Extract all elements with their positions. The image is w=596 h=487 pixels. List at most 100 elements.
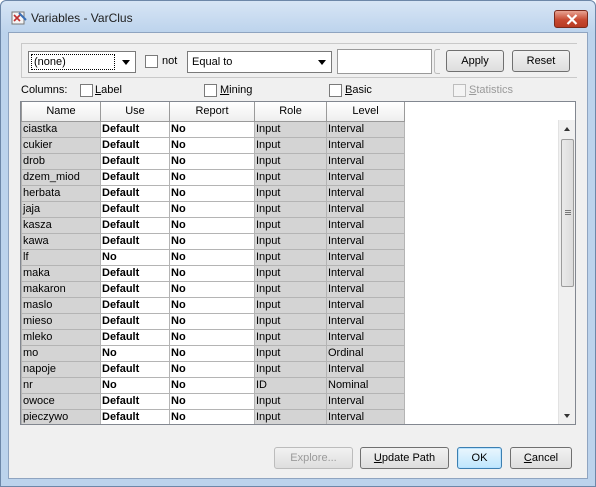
table-row[interactable]: lf No No Input Interval: [21, 248, 405, 266]
cell-level: Interval: [326, 216, 405, 234]
cell-use[interactable]: Default: [100, 408, 170, 424]
cell-report[interactable]: No: [169, 328, 255, 346]
mining-checkbox[interactable]: [204, 84, 217, 97]
cell-role: Input: [254, 312, 327, 330]
cell-report[interactable]: No: [169, 408, 255, 424]
variables-grid: Name Use Report Role Level ciastka Defaul…: [21, 102, 405, 424]
cell-role: Input: [254, 184, 327, 202]
cell-name: maka: [21, 264, 101, 282]
cell-report[interactable]: No: [169, 264, 255, 282]
scroll-up-icon[interactable]: [564, 127, 570, 131]
cell-report[interactable]: No: [169, 120, 255, 138]
cell-role: Input: [254, 392, 327, 410]
cell-use[interactable]: Default: [100, 360, 170, 378]
column-header-level[interactable]: Level: [326, 102, 405, 122]
not-checkbox[interactable]: [145, 55, 158, 68]
table-row[interactable]: jaja Default No Input Interval: [21, 200, 405, 218]
cell-use[interactable]: Default: [100, 120, 170, 138]
label-checkbox[interactable]: [80, 84, 93, 97]
cell-use[interactable]: Default: [100, 152, 170, 170]
cell-role: Input: [254, 152, 327, 170]
cell-use[interactable]: Default: [100, 168, 170, 186]
cell-report[interactable]: No: [169, 216, 255, 234]
cell-use[interactable]: Default: [100, 296, 170, 314]
filter-field-select[interactable]: (none): [28, 51, 136, 73]
close-button[interactable]: [554, 10, 588, 28]
cell-report[interactable]: No: [169, 376, 255, 394]
filter-operator-select[interactable]: Equal to: [187, 51, 332, 73]
cell-use[interactable]: Default: [100, 312, 170, 330]
cell-role: Input: [254, 216, 327, 234]
table-row[interactable]: cukier Default No Input Interval: [21, 136, 405, 154]
cell-use[interactable]: No: [100, 248, 170, 266]
cell-report[interactable]: No: [169, 344, 255, 362]
table-row[interactable]: mieso Default No Input Interval: [21, 312, 405, 330]
table-row[interactable]: maslo Default No Input Interval: [21, 296, 405, 314]
cell-report[interactable]: No: [169, 392, 255, 410]
table-row[interactable]: maka Default No Input Interval: [21, 264, 405, 282]
table-row[interactable]: drob Default No Input Interval: [21, 152, 405, 170]
cell-report[interactable]: No: [169, 168, 255, 186]
table-row[interactable]: kasza Default No Input Interval: [21, 216, 405, 234]
variables-table: Name Use Report Role Level ciastka Defaul…: [20, 101, 576, 425]
column-header-name[interactable]: Name: [21, 102, 101, 122]
cell-use[interactable]: No: [100, 376, 170, 394]
cell-name: jaja: [21, 200, 101, 218]
cell-report[interactable]: No: [169, 360, 255, 378]
table-row[interactable]: dzem_miod Default No Input Interval: [21, 168, 405, 186]
cell-use[interactable]: Default: [100, 216, 170, 234]
cell-role: Input: [254, 200, 327, 218]
table-row[interactable]: owoce Default No Input Interval: [21, 392, 405, 410]
table-row[interactable]: mleko Default No Input Interval: [21, 328, 405, 346]
cell-name: ciastka: [21, 120, 101, 138]
table-row[interactable]: ciastka Default No Input Interval: [21, 120, 405, 138]
column-header-role[interactable]: Role: [254, 102, 327, 122]
column-header-report[interactable]: Report: [169, 102, 255, 122]
cell-report[interactable]: No: [169, 312, 255, 330]
cell-report[interactable]: No: [169, 152, 255, 170]
cell-use[interactable]: Default: [100, 232, 170, 250]
cell-role: Input: [254, 360, 327, 378]
cell-role: Input: [254, 168, 327, 186]
table-row[interactable]: makaron Default No Input Interval: [21, 280, 405, 298]
table-row[interactable]: nr No No ID Nominal: [21, 376, 405, 394]
cell-report[interactable]: No: [169, 200, 255, 218]
cell-report[interactable]: No: [169, 232, 255, 250]
column-header-use[interactable]: Use: [100, 102, 170, 122]
cell-report[interactable]: No: [169, 296, 255, 314]
table-row[interactable]: pieczywo Default No Input Interval: [21, 408, 405, 424]
cell-use[interactable]: No: [100, 344, 170, 362]
scroll-down-icon[interactable]: [564, 414, 570, 418]
cell-use[interactable]: Default: [100, 200, 170, 218]
table-row[interactable]: napoje Default No Input Interval: [21, 360, 405, 378]
basic-checkbox[interactable]: [329, 84, 342, 97]
apply-button[interactable]: Apply: [446, 50, 504, 72]
cell-use[interactable]: Default: [100, 280, 170, 298]
statistics-checkbox[interactable]: [453, 84, 466, 97]
cell-report[interactable]: No: [169, 136, 255, 154]
cell-use[interactable]: Default: [100, 184, 170, 202]
ok-button[interactable]: OK: [457, 447, 502, 469]
explore-button[interactable]: Explore...: [274, 447, 353, 469]
table-row[interactable]: herbata Default No Input Interval: [21, 184, 405, 202]
cell-use[interactable]: Default: [100, 392, 170, 410]
cancel-button[interactable]: Cancel: [510, 447, 572, 469]
scrollbar-thumb[interactable]: [561, 139, 574, 287]
cell-use[interactable]: Default: [100, 328, 170, 346]
cell-level: Interval: [326, 152, 405, 170]
cell-use[interactable]: Default: [100, 136, 170, 154]
cell-name: mo: [21, 344, 101, 362]
cell-report[interactable]: No: [169, 184, 255, 202]
cell-name: mleko: [21, 328, 101, 346]
cell-use[interactable]: Default: [100, 264, 170, 282]
filter-value-input[interactable]: [337, 49, 432, 74]
vertical-scrollbar[interactable]: [558, 120, 575, 424]
table-row[interactable]: kawa Default No Input Interval: [21, 232, 405, 250]
cell-name: maslo: [21, 296, 101, 314]
cell-report[interactable]: No: [169, 248, 255, 266]
cell-level: Interval: [326, 168, 405, 186]
cell-report[interactable]: No: [169, 280, 255, 298]
update-path-button[interactable]: Update Path: [360, 447, 449, 469]
reset-button[interactable]: Reset: [512, 50, 570, 72]
table-row[interactable]: mo No No Input Ordinal: [21, 344, 405, 362]
